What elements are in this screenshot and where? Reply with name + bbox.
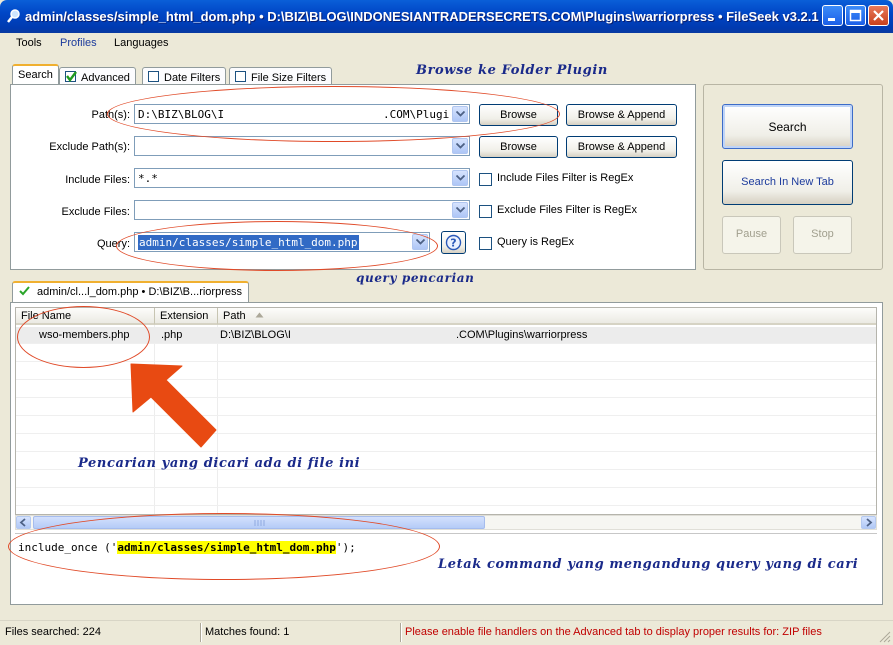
scroll-right-button[interactable] bbox=[861, 516, 876, 529]
annotation-command: Letak command yang mengandung query yang… bbox=[438, 557, 859, 572]
include-regex-label: Include Files Filter is RegEx bbox=[497, 172, 634, 184]
column-header-path[interactable]: Path bbox=[218, 308, 876, 325]
include-files-label: Include Files: bbox=[65, 174, 130, 186]
files-searched-status: Files searched: 224 bbox=[5, 626, 101, 638]
window-title: admin/classes/simple_html_dom.php • D:\B… bbox=[25, 9, 819, 24]
minimize-button[interactable] bbox=[822, 5, 843, 26]
green-check-icon bbox=[66, 71, 77, 82]
close-button[interactable] bbox=[868, 5, 889, 26]
status-separator bbox=[400, 623, 402, 642]
resize-grip-icon[interactable] bbox=[879, 631, 891, 643]
menu-tools[interactable]: Tools bbox=[16, 37, 42, 49]
status-bar: Files searched: 224 Matches found: 1 Ple… bbox=[0, 620, 893, 645]
search-button[interactable]: Search bbox=[722, 104, 853, 149]
green-check-icon bbox=[19, 286, 30, 296]
exclude-files-label: Exclude Files: bbox=[61, 206, 130, 218]
title-bar: admin/classes/simple_html_dom.php • D:\B… bbox=[0, 0, 893, 33]
tab-advanced-label: Advanced bbox=[81, 72, 130, 84]
file-size-filters-checkbox-icon bbox=[235, 71, 246, 82]
magnifier-app-icon bbox=[7, 9, 20, 23]
search-new-tab-button[interactable]: Search In New Tab bbox=[722, 160, 853, 205]
annotation-found: Pencarian yang dicari ada di file ini bbox=[78, 456, 361, 471]
query-help-button[interactable]: ? bbox=[441, 231, 466, 254]
status-separator bbox=[200, 623, 202, 642]
svg-text:?: ? bbox=[450, 237, 456, 250]
tab-date-filters-label: Date Filters bbox=[164, 72, 221, 84]
results-tab[interactable]: admin/cl...l_dom.php • D:\BIZ\B...riorpr… bbox=[12, 281, 249, 303]
annotation-ellipse-code bbox=[8, 513, 440, 580]
annotation-browse: Browse ke Folder Plugin bbox=[416, 63, 608, 78]
minimize-icon bbox=[828, 18, 835, 21]
include-regex-checkbox[interactable] bbox=[479, 173, 492, 186]
tab-search-label: Search bbox=[18, 69, 53, 81]
pause-button[interactable]: Pause bbox=[722, 216, 781, 254]
annotation-ellipse-query bbox=[116, 221, 438, 271]
chevron-left-icon bbox=[19, 518, 26, 527]
include-files-combobox[interactable]: *.* bbox=[134, 168, 470, 188]
query-regex-label: Query is RegEx bbox=[497, 236, 575, 248]
menu-bar: Tools Profiles Languages bbox=[0, 33, 893, 55]
sort-ascending-icon bbox=[255, 312, 264, 318]
column-header-extension[interactable]: Extension bbox=[155, 308, 218, 325]
annotation-ellipse-paths bbox=[107, 86, 560, 142]
chevron-down-icon bbox=[456, 207, 465, 213]
results-tab-label: admin/cl...l_dom.php • D:\BIZ\B...riorpr… bbox=[37, 286, 242, 298]
exclude-files-combobox[interactable] bbox=[134, 200, 470, 220]
table-row bbox=[16, 399, 876, 416]
menu-languages[interactable]: Languages bbox=[114, 37, 168, 49]
matches-found-status: Matches found: 1 bbox=[205, 626, 290, 638]
annotation-ellipse-file bbox=[17, 306, 150, 368]
exclude-paths-label: Exclude Path(s): bbox=[49, 141, 130, 153]
annotation-query: query pencarian bbox=[356, 271, 475, 285]
close-icon bbox=[873, 10, 884, 21]
table-row bbox=[16, 363, 876, 380]
exclude-paths-dropdown-button[interactable] bbox=[452, 138, 468, 154]
column-header-path-label: Path bbox=[223, 310, 246, 322]
chevron-down-icon bbox=[456, 143, 465, 149]
warning-status: Please enable file handlers on the Advan… bbox=[405, 626, 822, 638]
table-row bbox=[16, 381, 876, 398]
browse-exclude-button[interactable]: Browse bbox=[479, 136, 558, 158]
row-extension: .php bbox=[161, 329, 183, 341]
table-row bbox=[16, 417, 876, 434]
table-row bbox=[16, 489, 876, 506]
chevron-down-icon bbox=[456, 175, 465, 181]
exclude-regex-label: Exclude Files Filter is RegEx bbox=[497, 204, 637, 216]
table-row bbox=[16, 435, 876, 452]
scroll-left-button[interactable] bbox=[16, 516, 31, 529]
exclude-files-dropdown-button[interactable] bbox=[452, 202, 468, 218]
maximize-button[interactable] bbox=[845, 5, 866, 26]
query-label: Query: bbox=[96, 238, 130, 250]
date-filters-checkbox-icon bbox=[148, 71, 159, 82]
browse-append-paths-button[interactable]: Browse & Append bbox=[566, 104, 677, 126]
include-files-dropdown-button[interactable] bbox=[452, 170, 468, 186]
chevron-right-icon bbox=[866, 518, 873, 527]
table-row bbox=[16, 471, 876, 488]
tab-file-size-filters-label: File Size Filters bbox=[251, 72, 327, 84]
query-regex-checkbox[interactable] bbox=[479, 237, 492, 250]
row-path-tail: .COM\Plugins\warriorpress bbox=[456, 329, 588, 341]
stop-button[interactable]: Stop bbox=[793, 216, 852, 254]
menu-profiles[interactable]: Profiles bbox=[60, 37, 97, 49]
browse-append-exclude-button[interactable]: Browse & Append bbox=[566, 136, 677, 158]
exclude-regex-checkbox[interactable] bbox=[479, 205, 492, 218]
advanced-checkbox-icon bbox=[65, 71, 77, 82]
question-mark-icon: ? bbox=[445, 234, 462, 251]
row-path: D:\BIZ\BLOG\I bbox=[220, 329, 291, 341]
include-files-value: *.* bbox=[138, 172, 158, 185]
maximize-icon bbox=[849, 9, 862, 22]
